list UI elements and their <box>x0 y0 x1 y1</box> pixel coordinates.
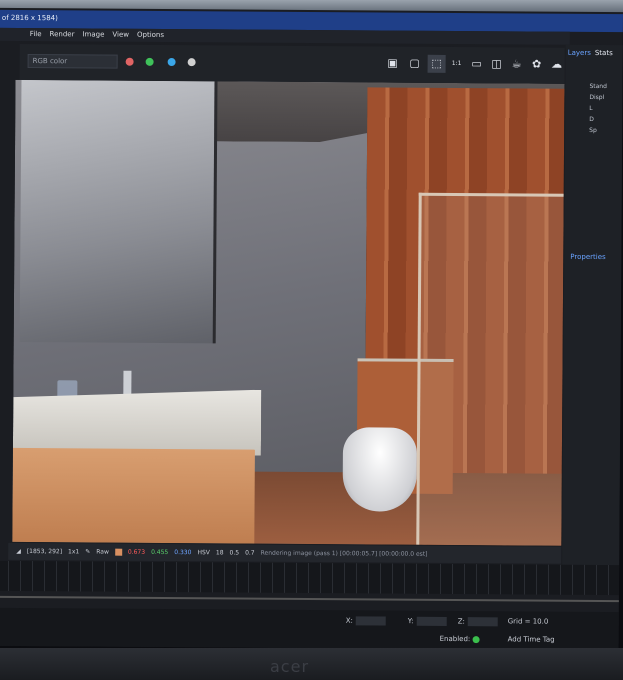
region-icon[interactable]: ⬚ <box>427 54 446 73</box>
render-vanity-top <box>13 388 261 456</box>
camera-icon[interactable]: ◫ <box>488 55 506 73</box>
hue-value: 18 <box>215 549 224 557</box>
menu-options[interactable]: Options <box>137 31 164 42</box>
green-value: 0.455 <box>151 548 169 557</box>
tab-layers[interactable]: Layers <box>568 49 591 57</box>
menu-view[interactable]: View <box>112 31 129 42</box>
teapot-gear-icon[interactable]: ✿ <box>528 56 546 74</box>
tab-stats[interactable]: Stats <box>595 49 613 57</box>
blue-channel-dot[interactable] <box>167 57 176 67</box>
render-status-message: Rendering image (pass 1) [00:00:05.7] [0… <box>260 549 428 558</box>
layer-row[interactable]: Stand <box>589 83 622 94</box>
add-time-tag-button[interactable]: Add Time Tag <box>508 635 555 643</box>
zoom-1to1-button[interactable]: 1:1 <box>448 55 466 73</box>
timeline-slider[interactable] <box>0 595 619 603</box>
screen: of 2816 x 1584) File Render Image View O… <box>0 7 623 651</box>
x-coord-field[interactable]: X: <box>346 616 386 626</box>
render-toilet <box>342 427 418 512</box>
menu-image[interactable]: Image <box>82 30 104 41</box>
render-vanity-cabinet <box>12 447 255 544</box>
frame-buffer-toolbar: RGB color ▣ ▢ ⬚ 1:1 ▭ ◫ ☕ ✿ ☁ <box>19 43 566 84</box>
z-coord-field[interactable]: Z: <box>458 617 498 627</box>
cloud-icon[interactable]: ☁ <box>548 56 566 74</box>
window-title: of 2816 x 1584) <box>1 13 58 23</box>
timeline[interactable] <box>0 560 620 596</box>
green-channel-dot[interactable] <box>145 57 154 66</box>
render-shower-glass <box>416 192 564 546</box>
menu-file[interactable]: File <box>30 30 42 41</box>
channel-select[interactable]: RGB color <box>27 54 118 69</box>
grid-value: Grid = 10.0 <box>507 617 549 626</box>
menubar: File Render Image View Options <box>0 27 570 45</box>
properties-header: Properties <box>570 252 606 262</box>
layer-toolbar <box>565 61 622 83</box>
save-icon[interactable]: ▣ <box>384 55 402 73</box>
render-mirror <box>19 79 218 344</box>
value-value: 0.7 <box>245 549 255 557</box>
eyedropper-icon[interactable]: ✎ <box>85 548 90 555</box>
blue-value: 0.330 <box>174 549 192 557</box>
layers-panel: Layers Stats Stand Displ L D Sp Properti… <box>562 44 623 566</box>
copy-icon[interactable]: ▢ <box>406 55 424 73</box>
color-mode-select[interactable]: HSV <box>197 549 209 556</box>
display-icon[interactable]: ▭ <box>468 55 486 73</box>
layer-row[interactable]: D <box>589 116 622 127</box>
pixel-coordinates: [1853, 292] <box>26 548 63 556</box>
enabled-toggle[interactable]: Enabled: <box>440 635 480 643</box>
alpha-channel-dot[interactable] <box>187 58 196 67</box>
monitor-bezel-bottom <box>0 648 623 680</box>
enabled-dot <box>472 635 480 643</box>
layer-row[interactable]: Displ <box>589 94 622 105</box>
teapot-icon[interactable]: ☕ <box>508 55 526 73</box>
layer-row[interactable]: L <box>589 105 622 116</box>
red-channel-dot[interactable] <box>125 57 134 66</box>
menu-render[interactable]: Render <box>49 30 75 41</box>
saturation-value: 0.5 <box>229 549 240 557</box>
pixel-color-swatch <box>114 548 122 556</box>
y-coord-field[interactable]: Y: <box>408 616 447 626</box>
pixel-picker-icon[interactable]: ◢ <box>16 548 21 555</box>
raw-label: Raw <box>96 548 109 556</box>
zoom-level[interactable]: 1x1 <box>68 548 79 555</box>
bottom-toolbar: X: Y: Z: Grid = 10.0 Enabled: Add Time T… <box>0 607 619 651</box>
red-value: 0.673 <box>127 548 146 556</box>
rendered-image[interactable] <box>12 79 564 546</box>
layer-row[interactable]: Sp <box>589 127 622 138</box>
monitor-brand-logo: acer <box>270 657 310 676</box>
